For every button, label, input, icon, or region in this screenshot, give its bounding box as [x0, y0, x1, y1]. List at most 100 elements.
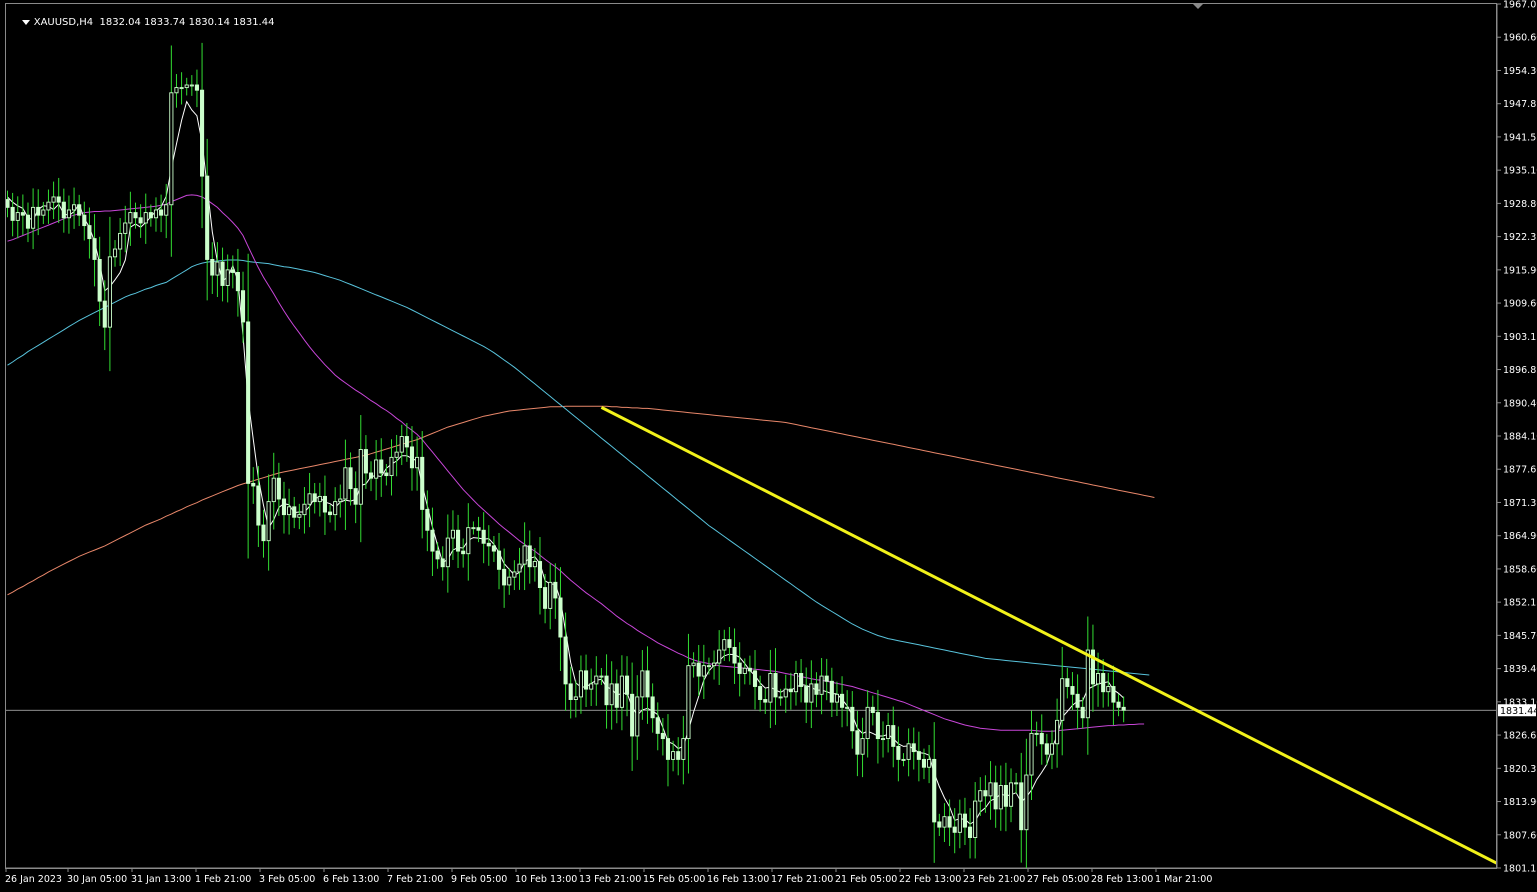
candle-body	[338, 498, 343, 503]
candle-body	[271, 477, 276, 503]
candle-body	[937, 821, 942, 828]
current-price-label: 1831.44	[1500, 706, 1537, 717]
candle-body	[374, 459, 379, 479]
candle-body	[292, 506, 297, 518]
dropdown-triangle-icon[interactable]	[21, 19, 30, 25]
candle-body	[886, 725, 891, 740]
candle-body	[635, 696, 640, 737]
candle-body	[215, 261, 220, 276]
price-tick-label: 1801.15	[1503, 864, 1537, 875]
price-tick-label: 1845.70	[1503, 631, 1537, 642]
candle-body	[1044, 743, 1049, 755]
candle-body	[102, 300, 107, 328]
candle-body	[973, 800, 978, 838]
candle-body	[343, 467, 348, 500]
candle-body	[686, 665, 691, 740]
candle-body	[701, 665, 706, 677]
candle-body	[430, 529, 435, 552]
candle-body	[363, 449, 368, 474]
candle-body	[696, 662, 701, 677]
candle-body	[153, 209, 159, 219]
candle-body	[665, 738, 671, 760]
candle-body	[783, 688, 788, 698]
candle-body	[240, 290, 246, 323]
candle-body	[394, 451, 399, 458]
candle-body	[297, 514, 302, 518]
candle-body	[604, 675, 609, 706]
candle-body	[220, 261, 225, 286]
candle-body	[870, 706, 875, 713]
price-tick-label: 1947.85	[1503, 99, 1537, 110]
candle-body	[179, 87, 184, 90]
candle-body	[1039, 732, 1044, 745]
candle-body	[932, 758, 937, 823]
candle-body	[655, 717, 660, 734]
price-tick-label: 1928.80	[1503, 199, 1537, 210]
candle-body	[671, 751, 676, 760]
candle-body	[138, 217, 143, 224]
candle-body	[845, 706, 850, 709]
candle-body	[998, 785, 1003, 810]
price-chart[interactable]: 1967.05 1960.60 1954.30 1947.85 1941.55 1935.…	[0, 0, 1537, 892]
chart-window[interactable]: 1967.05 1960.60 1954.30 1947.85 1941.55 1935.…	[0, 0, 1537, 892]
candle-body	[968, 826, 973, 838]
candle-body	[957, 813, 962, 833]
candle-body	[814, 683, 819, 695]
candle-body	[1014, 782, 1019, 785]
time-tick-label: 7 Feb 21:00	[387, 874, 443, 885]
candle-body	[307, 493, 312, 505]
candle-body	[1055, 719, 1060, 745]
candle-body	[261, 524, 266, 542]
candle-body	[527, 545, 532, 568]
candle-body	[563, 636, 568, 685]
candle-body	[691, 662, 696, 667]
candle-body	[517, 563, 522, 573]
time-tick-label: 31 Jan 13:00	[131, 874, 191, 885]
candle-body	[415, 456, 420, 469]
candle-body	[834, 693, 839, 703]
candle-body	[10, 206, 15, 221]
candle-body	[348, 467, 353, 490]
candle-body	[1090, 649, 1095, 685]
candle-body	[507, 576, 512, 586]
candle-body	[896, 745, 901, 760]
trendline	[600, 406, 1496, 865]
candle-body	[409, 446, 415, 469]
candle-body	[773, 673, 778, 698]
price-tick-label: 1826.65	[1503, 731, 1537, 742]
candle-body	[159, 209, 164, 216]
candle-body	[763, 699, 768, 703]
candle-body	[476, 527, 481, 531]
candle-body	[1121, 706, 1126, 711]
candle-body	[799, 673, 804, 687]
price-tick-label: 1960.60	[1503, 33, 1537, 44]
candle-body	[676, 751, 681, 760]
candle-body	[456, 529, 461, 552]
candle-body	[1024, 774, 1029, 831]
price-tick-label: 1915.90	[1503, 265, 1537, 276]
time-tick-label: 15 Feb 05:00	[643, 874, 705, 885]
candle-body	[450, 529, 455, 539]
candle-body	[466, 527, 471, 555]
price-tick-label: 1884.10	[1503, 432, 1537, 443]
candle-body	[727, 639, 732, 648]
chart-shift-marker-icon[interactable]	[1193, 4, 1203, 9]
candle-body	[927, 758, 932, 768]
candle-body	[56, 196, 61, 203]
candle-body	[317, 495, 322, 503]
candle-body	[906, 743, 911, 760]
ma-cyan-line	[7, 259, 1150, 676]
candle-body	[1003, 785, 1008, 807]
candle-body	[266, 501, 271, 542]
candle-body	[855, 730, 860, 755]
candle-body	[578, 670, 583, 698]
candle-body	[87, 225, 92, 240]
candle-body	[840, 693, 845, 708]
price-tick-label: 1839.40	[1503, 664, 1537, 675]
time-tick-label: 16 Feb 13:00	[707, 874, 769, 885]
candle-body	[328, 511, 333, 516]
candle-body	[1085, 649, 1090, 719]
candle-body	[1019, 782, 1024, 831]
candle-body	[461, 550, 466, 555]
candle-body	[77, 204, 82, 216]
